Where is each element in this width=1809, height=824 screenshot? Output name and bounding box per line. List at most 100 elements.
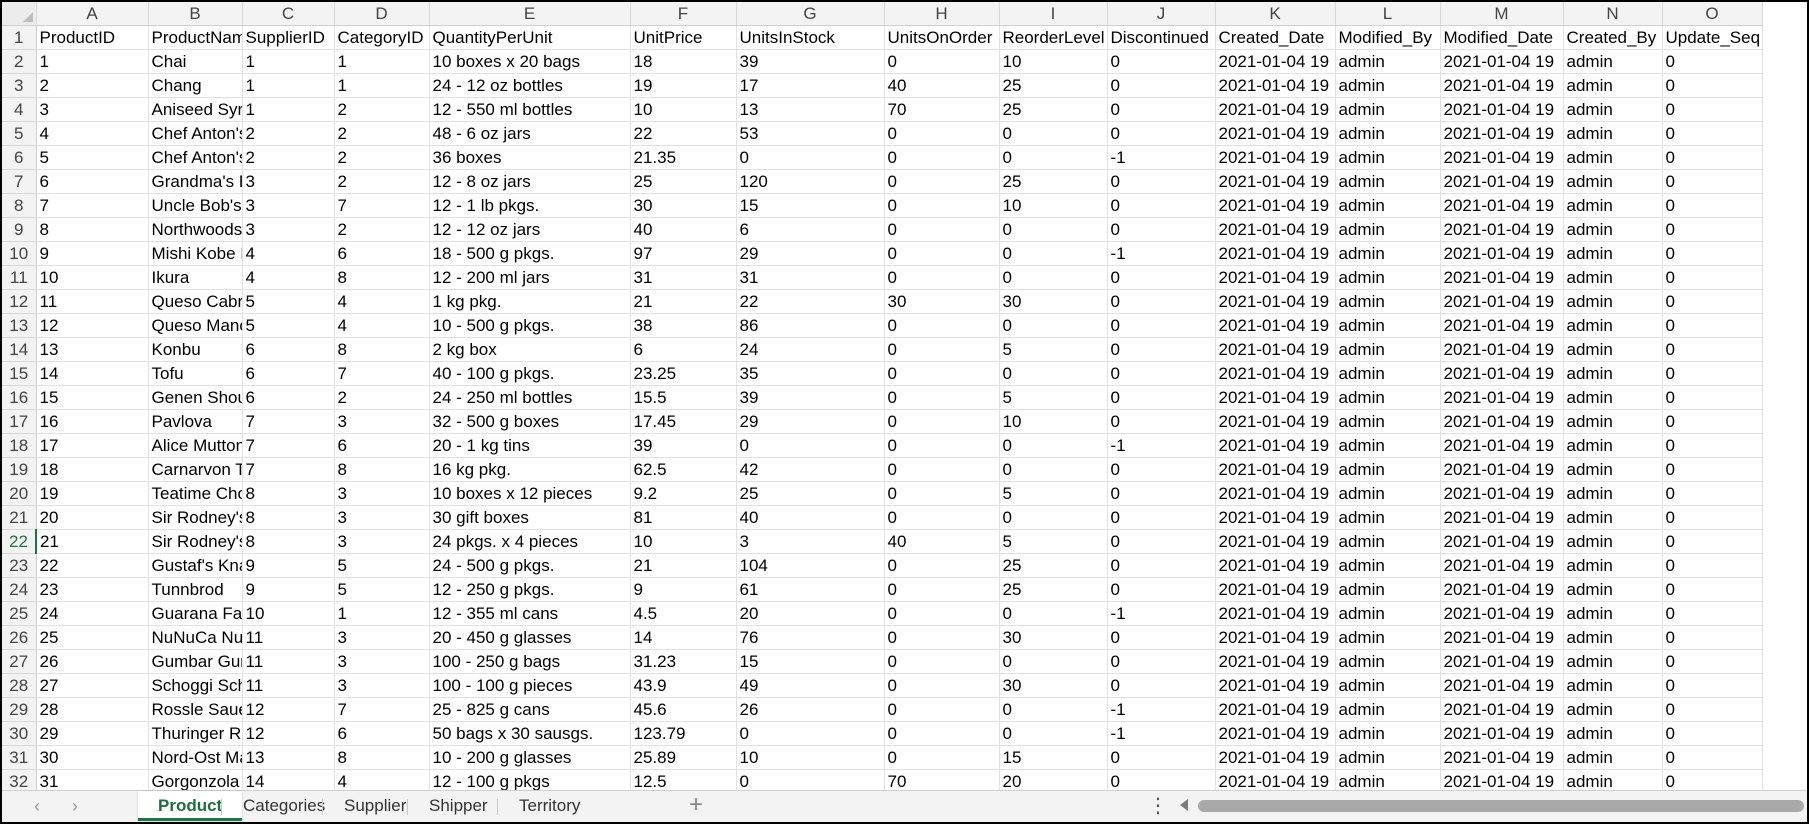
cell[interactable]: 0 [1107,409,1216,434]
cell[interactable]: 19 [36,481,149,506]
sheet-tab-shipper[interactable]: Shipper [409,791,508,821]
cell[interactable]: Modified_Date [1440,25,1564,50]
cell[interactable]: Sir Rodney's Sco [148,529,243,554]
add-sheet-icon[interactable]: + [682,791,710,821]
cell[interactable]: 2021-01-04 19 [1215,505,1336,530]
cell[interactable]: admin [1563,241,1663,266]
cell[interactable]: 25 [36,625,149,650]
cell[interactable]: admin [1335,121,1441,146]
cell[interactable]: 2 [242,121,335,146]
cell[interactable]: 0 [1107,217,1216,242]
cell[interactable]: 2021-01-04 19 [1440,481,1564,506]
cell[interactable]: NuNuCa Nub-Nu [148,625,243,650]
cell[interactable]: 31 [736,265,885,290]
cell[interactable]: Discontinued [1107,25,1216,50]
cell[interactable]: 0 [884,49,1000,74]
cell[interactable]: 6 [36,169,149,194]
cell[interactable]: Schoggi Schoko [148,673,243,698]
row-header[interactable]: 14 [2,337,37,362]
cell[interactable]: 8 [242,505,335,530]
cell[interactable]: 0 [884,457,1000,482]
cell[interactable]: 22 [36,553,149,578]
cell[interactable]: 16 [36,409,149,434]
cell[interactable]: Sir Rodney's Ma [148,505,243,530]
cell[interactable]: 40 [884,73,1000,98]
cell[interactable]: 6 [242,337,335,362]
cell[interactable]: 0 [884,745,1000,770]
row-header[interactable]: 29 [2,697,37,722]
cell[interactable]: 2021-01-04 19 [1215,649,1336,674]
cell[interactable]: 8 [334,337,430,362]
cell[interactable]: 7 [334,697,430,722]
cell[interactable]: 19 [630,73,737,98]
column-header[interactable]: N [1563,2,1663,26]
cell[interactable]: 1 kg pkg. [429,289,631,314]
cell[interactable]: 0 [1662,697,1763,722]
cell[interactable]: 29 [736,241,885,266]
row-header[interactable]: 2 [2,49,37,74]
cell[interactable]: 2021-01-04 19 [1440,649,1564,674]
cell[interactable]: 2 kg box [429,337,631,362]
cell[interactable]: Nord-Ost Matje [148,745,243,770]
cell[interactable]: 1 [334,601,430,626]
spreadsheet-grid[interactable]: ABCDEFGHIJKLMNO 1ProductIDProductNameSup… [2,2,1763,794]
cell[interactable]: 4 [242,241,335,266]
row-header[interactable]: 21 [2,505,37,530]
cell[interactable]: 38 [630,313,737,338]
cell[interactable]: 10 [999,409,1108,434]
cell[interactable]: -1 [1107,145,1216,170]
cell[interactable]: 20 - 1 kg tins [429,433,631,458]
cell[interactable]: 2021-01-04 19 [1440,73,1564,98]
cell[interactable]: 24 pkgs. x 4 pieces [429,529,631,554]
cell[interactable]: 2021-01-04 19 [1440,529,1564,554]
cell[interactable]: 40 [884,529,1000,554]
cell[interactable]: admin [1335,217,1441,242]
cell[interactable]: admin [1563,601,1663,626]
cell[interactable]: 23 [36,577,149,602]
cell[interactable]: 3 [334,625,430,650]
cell[interactable]: 5 [334,577,430,602]
cell[interactable]: 0 [884,385,1000,410]
cell[interactable]: 6 [334,241,430,266]
cell[interactable]: 10 - 200 g glasses [429,745,631,770]
cell[interactable]: 20 - 450 g glasses [429,625,631,650]
cell[interactable]: admin [1335,97,1441,122]
cell[interactable]: 0 [884,121,1000,146]
cell[interactable]: 1 [242,73,335,98]
cell[interactable]: 21.35 [630,145,737,170]
cell[interactable]: 31 [630,265,737,290]
cell[interactable]: Genen Shouyu [148,385,243,410]
row-header[interactable]: 5 [2,121,37,146]
cell[interactable]: admin [1563,217,1663,242]
cell[interactable]: 2021-01-04 19 [1440,745,1564,770]
cell[interactable]: 24 - 500 g pkgs. [429,553,631,578]
cell[interactable]: QuantityPerUnit [429,25,631,50]
cell[interactable]: 53 [736,121,885,146]
cell[interactable]: -1 [1107,241,1216,266]
cell[interactable]: 24 - 250 ml bottles [429,385,631,410]
cell[interactable]: Carnarvon Tiger [148,457,243,482]
cell[interactable]: 0 [1662,145,1763,170]
cell[interactable]: 0 [884,433,1000,458]
cell[interactable]: 6 [630,337,737,362]
horizontal-scrollbar[interactable] [1180,797,1806,815]
cell[interactable]: 0 [1662,625,1763,650]
cell[interactable]: 0 [999,649,1108,674]
cell[interactable]: 42 [736,457,885,482]
cell[interactable]: 0 [1662,97,1763,122]
cell[interactable]: 40 - 100 g pkgs. [429,361,631,386]
cell[interactable]: 25 [999,97,1108,122]
cell[interactable]: 2 [334,217,430,242]
more-options-icon[interactable]: ⋮ [1148,793,1168,819]
cell[interactable]: 50 bags x 30 sausgs. [429,721,631,746]
cell[interactable]: 4 [242,265,335,290]
cell[interactable]: 11 [242,625,335,650]
cell[interactable]: admin [1563,289,1663,314]
cell[interactable]: 12 - 355 ml cans [429,601,631,626]
select-all-corner[interactable] [2,2,37,26]
cell[interactable]: 2021-01-04 19 [1215,97,1336,122]
cell[interactable]: 10 [736,745,885,770]
cell[interactable]: Tofu [148,361,243,386]
cell[interactable]: 0 [1662,289,1763,314]
cell[interactable]: 2021-01-04 19 [1215,49,1336,74]
